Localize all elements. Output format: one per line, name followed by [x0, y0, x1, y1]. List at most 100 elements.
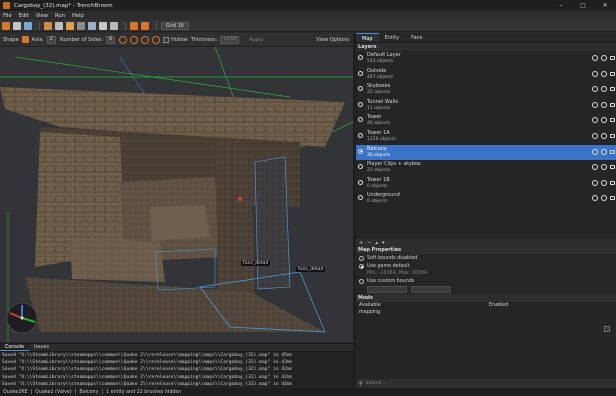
lock-icon[interactable]	[610, 102, 615, 107]
visibility-icon[interactable]	[601, 86, 607, 93]
visibility-icon[interactable]	[601, 179, 607, 186]
layer-row[interactable]: Underground 0 objects	[356, 191, 616, 207]
visibility-icon[interactable]	[601, 70, 607, 77]
custom-bounds-min-input[interactable]	[367, 286, 407, 293]
omit-from-export-icon[interactable]	[592, 86, 598, 93]
layer-row[interactable]: Tower 46 objects	[356, 113, 616, 129]
radius-mode-icon[interactable]	[141, 35, 150, 44]
lock-icon[interactable]	[610, 87, 615, 92]
grid-size-select[interactable]: Grid 16	[161, 21, 189, 30]
hollow-checkbox[interactable]	[163, 36, 170, 43]
lock-icon[interactable]	[610, 180, 615, 185]
menu-edit[interactable]: Edit	[19, 13, 29, 19]
visibility-icon[interactable]	[601, 101, 607, 108]
omit-from-export-icon[interactable]	[592, 195, 598, 202]
layer-row[interactable]: Tower 1A 1226 objects	[356, 129, 616, 145]
axis-select[interactable]: Z	[46, 35, 56, 44]
layer-current-radio[interactable]	[358, 179, 363, 185]
omit-from-export-icon[interactable]	[592, 148, 598, 155]
face-tool-icon[interactable]	[88, 21, 96, 30]
custom-bounds-max-input[interactable]	[411, 286, 451, 293]
rotate-tool-icon[interactable]	[99, 21, 107, 30]
mods-search-input[interactable]: Search...	[366, 381, 386, 386]
view-options-button[interactable]: View Options	[316, 37, 349, 43]
lock-icon[interactable]	[610, 149, 615, 154]
move-layer-down-button[interactable]: ▾	[382, 240, 385, 246]
cylinder-shape-icon[interactable]	[21, 36, 29, 43]
sides-spinner[interactable]: 8	[106, 35, 116, 44]
visibility-icon[interactable]	[601, 133, 607, 139]
layer-row[interactable]: Tunnel Walls 11 objects	[356, 98, 616, 114]
menu-help[interactable]: Help	[72, 13, 84, 19]
vertex-align-icon[interactable]	[130, 35, 139, 44]
soft-bounds-radio[interactable]	[359, 256, 364, 261]
visibility-icon[interactable]	[601, 55, 607, 61]
open-icon[interactable]	[13, 21, 21, 30]
close-button[interactable]: ✕	[594, 0, 616, 11]
layer-current-radio[interactable]	[358, 117, 363, 123]
omit-from-export-icon[interactable]	[592, 133, 598, 139]
thickness-input[interactable]: 16.00	[220, 35, 240, 44]
layer-row[interactable]: Default Layer 543 objects	[356, 51, 616, 67]
3d-viewport[interactable]: func_detail func_detail	[0, 47, 353, 342]
visibility-icon[interactable]	[601, 164, 607, 171]
tab-entity[interactable]: Entity	[379, 33, 406, 42]
menu-file[interactable]: File	[3, 13, 12, 19]
texture-lock-icon[interactable]	[130, 21, 138, 30]
edge-tool-icon[interactable]	[77, 21, 85, 30]
menu-view[interactable]: View	[36, 13, 48, 19]
omit-from-export-icon[interactable]	[592, 55, 598, 61]
lock-icon[interactable]	[610, 56, 615, 60]
menu-run[interactable]: Run	[55, 13, 65, 19]
lock-icon[interactable]	[610, 118, 615, 123]
game-default-radio[interactable]	[359, 264, 364, 269]
lock-icon[interactable]	[610, 165, 615, 170]
game-default-option[interactable]: Use game default	[359, 264, 410, 269]
lock-icon[interactable]	[610, 134, 615, 138]
tab-console[interactable]: Console	[0, 344, 30, 351]
minimize-button[interactable]: –	[550, 0, 572, 11]
mod-item[interactable]: mapping	[359, 310, 380, 315]
visibility-icon[interactable]	[601, 148, 607, 155]
omit-from-export-icon[interactable]	[592, 179, 598, 186]
tab-face[interactable]: Face	[405, 33, 428, 42]
layer-current-radio[interactable]	[358, 148, 363, 154]
edge-align-icon[interactable]	[119, 35, 128, 44]
layer-current-radio[interactable]	[358, 70, 363, 76]
layer-current-radio[interactable]	[358, 133, 363, 138]
apply-button[interactable]: Apply	[249, 37, 263, 43]
add-layer-button[interactable]: +	[359, 240, 363, 246]
omit-from-export-icon[interactable]	[592, 70, 598, 77]
tab-issues[interactable]: Issues	[29, 344, 54, 351]
scale-tool-icon[interactable]	[110, 21, 118, 30]
layer-current-radio[interactable]	[358, 164, 363, 170]
maximize-button[interactable]: □	[572, 0, 594, 11]
visibility-icon[interactable]	[601, 117, 607, 124]
vertex-tool-icon[interactable]	[66, 21, 74, 30]
soft-bounds-option[interactable]: Soft bounds disabled	[359, 256, 417, 261]
brush-tool-icon[interactable]	[44, 21, 52, 30]
omit-from-export-icon[interactable]	[592, 117, 598, 124]
omit-from-export-icon[interactable]	[592, 164, 598, 171]
move-layer-up-button[interactable]: ▴	[375, 240, 378, 246]
layer-current-radio[interactable]	[358, 86, 363, 92]
custom-bounds-option[interactable]: Use custom bounds	[359, 279, 414, 284]
omit-from-export-icon[interactable]	[592, 101, 598, 108]
layer-current-radio[interactable]	[358, 195, 363, 201]
save-icon[interactable]	[24, 21, 32, 30]
layer-row[interactable]: Skyboxes 25 objects	[356, 82, 616, 98]
custom-bounds-radio[interactable]	[359, 279, 364, 284]
layer-row[interactable]: Balcony 30 objects	[356, 144, 616, 161]
mod-enable-button[interactable]	[604, 326, 610, 332]
layer-current-radio[interactable]	[358, 101, 363, 107]
layer-row[interactable]: Player Clips + skybox 22 objects	[356, 160, 616, 176]
layer-row[interactable]: Outside 487 objects	[356, 67, 616, 83]
layer-current-radio[interactable]	[358, 55, 363, 60]
new-document-icon[interactable]	[2, 21, 10, 30]
tab-map[interactable]: Map	[356, 33, 379, 42]
lock-icon[interactable]	[610, 71, 615, 76]
lock-icon[interactable]	[610, 196, 615, 201]
uv-lock-icon[interactable]	[141, 21, 149, 30]
remove-layer-button[interactable]: −	[367, 240, 371, 246]
precision-icon[interactable]	[152, 35, 161, 44]
